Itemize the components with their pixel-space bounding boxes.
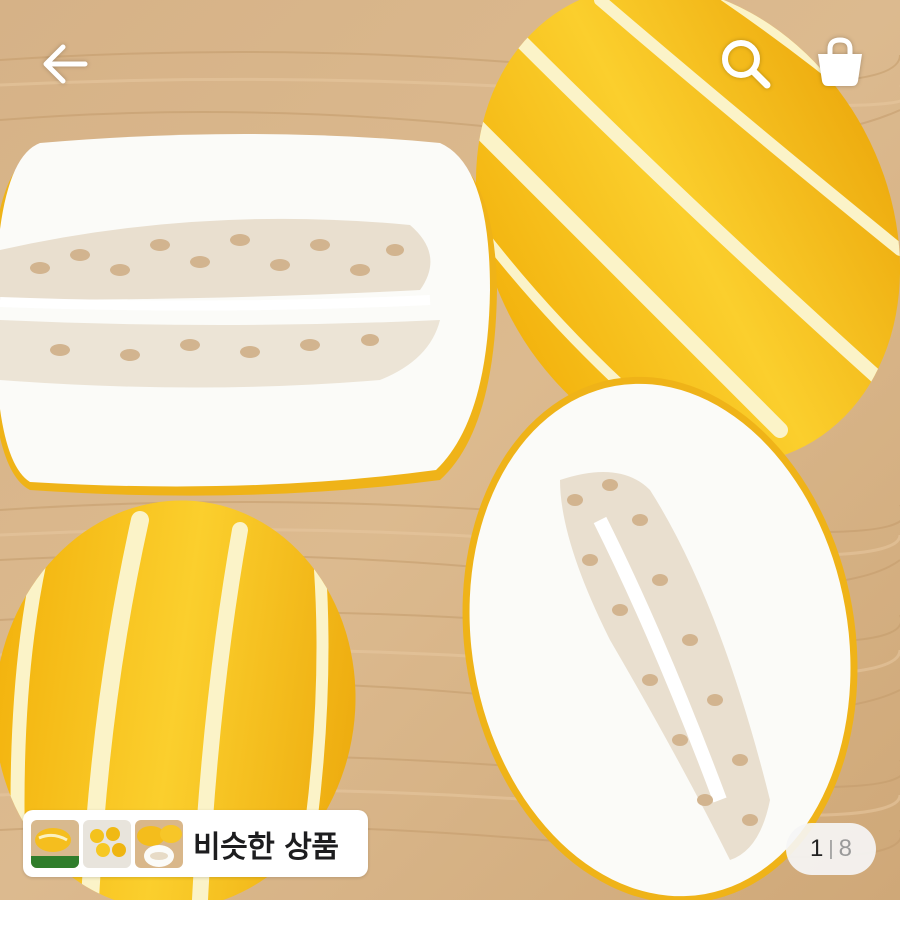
search-icon [722, 40, 771, 89]
current-page: 1 [810, 835, 824, 862]
product-image-viewer: 비슷한 상품 1 | 8 [0, 0, 900, 935]
similar-products-button[interactable]: 비슷한 상품 [23, 810, 368, 877]
shopping-bag-icon [818, 37, 862, 86]
total-pages: 8 [838, 835, 852, 862]
search-button[interactable] [712, 32, 780, 96]
image-page-counter: 1 | 8 [786, 823, 876, 875]
arrow-left-icon [43, 44, 88, 84]
similar-products-label: 비슷한 상품 [193, 829, 339, 865]
back-button[interactable] [30, 34, 100, 94]
yellow-fruit-thumbnail [83, 819, 131, 868]
page-separator: | [828, 837, 834, 860]
image-bottom-spacer [0, 900, 900, 935]
melon-thumbnail [31, 819, 79, 868]
product-photo[interactable] [0, 0, 900, 900]
cart-button[interactable] [806, 30, 874, 96]
cut-melon-thumbnail [135, 819, 183, 868]
